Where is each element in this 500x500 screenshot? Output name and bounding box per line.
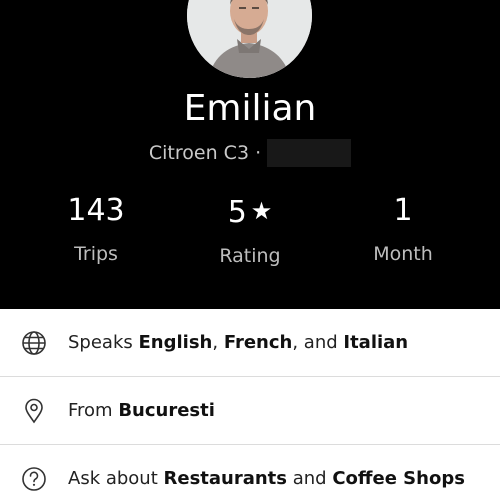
months-count: 1 (393, 193, 413, 228)
trips-count: 143 (67, 193, 125, 228)
star-icon: ★ (250, 197, 273, 225)
location-pin-icon (25, 398, 43, 423)
languages-prefix: Speaks (68, 332, 139, 353)
trips-label: Trips (74, 243, 118, 265)
question-icon (22, 466, 46, 491)
months-label: Month (373, 243, 433, 265)
driver-name: Emilian (183, 88, 317, 129)
languages-text: Speaks English, French, and Italian (68, 332, 408, 353)
globe-icon (22, 330, 46, 355)
vehicle-model: Citroen C3 · (148, 142, 262, 164)
topics-prefix: Ask about (68, 468, 164, 489)
languages-separator: , (212, 332, 224, 353)
stat-rating: 5 ★ Rating (185, 192, 315, 269)
languages-row: Speaks English, French, and Italian (0, 309, 500, 377)
stat-trips: 143 Trips (31, 192, 161, 267)
languages-separator-and: , and (292, 332, 344, 353)
driver-avatar (187, 0, 312, 78)
driver-profile-screen: Emilian Citroen C3 · 143 Trips 5 ★ Rating… (0, 0, 500, 500)
hometown-city: Bucuresti (118, 400, 215, 421)
vehicle-info: Citroen C3 · (0, 139, 500, 167)
topics-separator: and (287, 468, 333, 489)
topics-text: Ask about Restaurants and Coffee Shops (68, 468, 465, 489)
stat-month: 1 Month (338, 192, 468, 267)
rating-value-row: 5 ★ (185, 192, 315, 232)
rating-value: 5 (227, 195, 247, 230)
hometown-row: From Bucuresti (0, 377, 500, 445)
language-italian: Italian (343, 332, 409, 353)
hometown-text: From Bucuresti (68, 400, 215, 421)
rating-label: Rating (219, 245, 281, 267)
driver-photo (187, 0, 312, 78)
hometown-prefix: From (68, 400, 119, 421)
profile-header: Emilian Citroen C3 · 143 Trips 5 ★ Rating… (0, 0, 500, 309)
driver-info-list: Speaks English, French, and Italian From… (0, 309, 500, 500)
topic-restaurants: Restaurants (163, 468, 288, 489)
language-english: English (138, 332, 213, 353)
topic-coffee-shops: Coffee Shops (332, 468, 465, 489)
license-plate-redacted (267, 139, 352, 167)
language-french: French (223, 332, 293, 353)
topics-row: Ask about Restaurants and Coffee Shops (0, 445, 500, 500)
